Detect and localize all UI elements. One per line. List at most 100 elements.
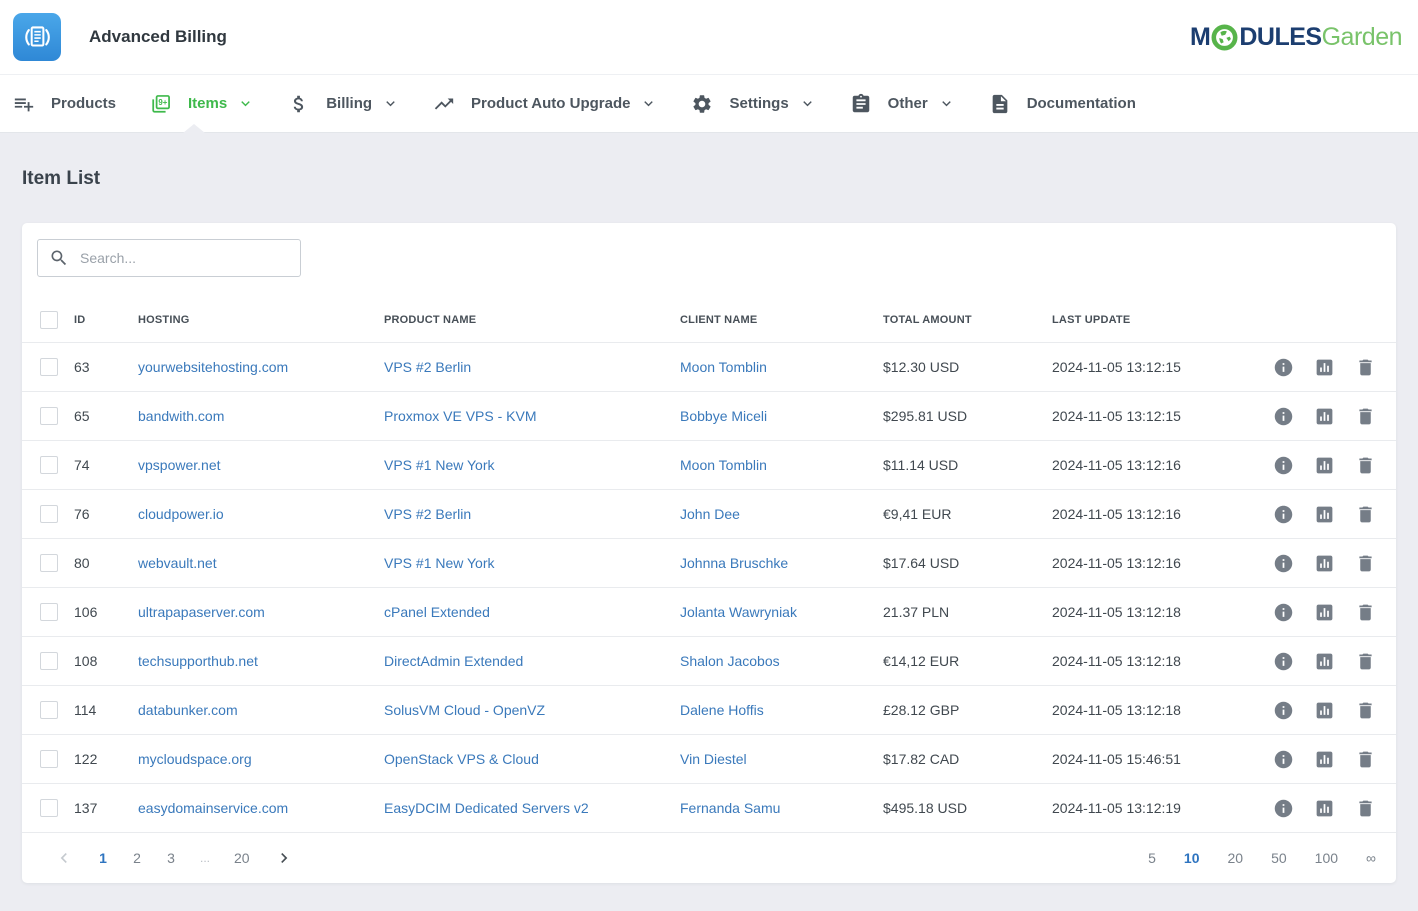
chart-icon[interactable] [1314, 357, 1335, 378]
cell-last-update: 2024-11-05 13:12:18 [1052, 653, 1270, 669]
row-checkbox[interactable] [40, 407, 58, 425]
cell-hosting-link[interactable]: yourwebsitehosting.com [138, 359, 384, 375]
page-size-5[interactable]: 5 [1148, 850, 1156, 866]
cell-hosting-link[interactable]: mycloudspace.org [138, 751, 384, 767]
nav-item-product-auto-upgrade[interactable]: Product Auto Upgrade [433, 93, 657, 115]
modulesgarden-logo[interactable]: M DULES Garden [1190, 23, 1402, 52]
chart-icon[interactable] [1314, 553, 1335, 574]
delete-icon[interactable] [1355, 455, 1376, 476]
delete-icon[interactable] [1355, 749, 1376, 770]
cell-client-name-link[interactable]: Fernanda Samu [680, 800, 883, 816]
cell-product-name-link[interactable]: EasyDCIM Dedicated Servers v2 [384, 800, 680, 816]
row-checkbox[interactable] [40, 701, 58, 719]
page-number-1[interactable]: 1 [98, 850, 108, 866]
cell-hosting-link[interactable]: ultrapapaserver.com [138, 604, 384, 620]
nav-item-billing[interactable]: Billing [288, 93, 399, 115]
page-size-10[interactable]: 10 [1184, 850, 1200, 866]
cell-product-name-link[interactable]: cPanel Extended [384, 604, 680, 620]
chart-icon[interactable] [1314, 798, 1335, 819]
info-icon[interactable] [1273, 357, 1294, 378]
search-input[interactable] [37, 239, 301, 277]
chart-icon[interactable] [1314, 504, 1335, 525]
chart-icon[interactable] [1314, 406, 1335, 427]
delete-icon[interactable] [1355, 357, 1376, 378]
delete-icon[interactable] [1355, 504, 1376, 525]
delete-icon[interactable] [1355, 700, 1376, 721]
chart-icon[interactable] [1314, 455, 1335, 476]
next-page-button[interactable] [274, 848, 294, 868]
cell-client-name-link[interactable]: John Dee [680, 506, 883, 522]
chevron-down-icon [799, 95, 816, 112]
cell-product-name-link[interactable]: VPS #1 New York [384, 457, 680, 473]
info-icon[interactable] [1273, 798, 1294, 819]
info-icon[interactable] [1273, 504, 1294, 525]
info-icon[interactable] [1273, 455, 1294, 476]
info-icon[interactable] [1273, 602, 1294, 623]
row-checkbox[interactable] [40, 603, 58, 621]
cell-client-name-link[interactable]: Shalon Jacobos [680, 653, 883, 669]
page-number-3[interactable]: 3 [166, 850, 176, 866]
nav-item-settings[interactable]: Settings [691, 93, 815, 115]
row-checkbox[interactable] [40, 505, 58, 523]
nav-item-documentation[interactable]: Documentation [989, 93, 1136, 115]
page-size-all[interactable]: ∞ [1366, 850, 1376, 866]
cell-product-name-link[interactable]: SolusVM Cloud - OpenVZ [384, 702, 680, 718]
row-checkbox[interactable] [40, 358, 58, 376]
select-all-checkbox[interactable] [40, 311, 58, 329]
page-size-100[interactable]: 100 [1315, 850, 1338, 866]
info-icon[interactable] [1273, 406, 1294, 427]
cell-client-name-link[interactable]: Dalene Hoffis [680, 702, 883, 718]
info-icon[interactable] [1273, 700, 1294, 721]
cell-client-name-link[interactable]: Moon Tomblin [680, 359, 883, 375]
chart-icon[interactable] [1314, 651, 1335, 672]
cell-hosting-link[interactable]: webvault.net [138, 555, 384, 571]
main-nav: Products 9+ Items Billing Product Auto U… [0, 75, 1418, 133]
info-icon[interactable] [1273, 553, 1294, 574]
row-checkbox[interactable] [40, 554, 58, 572]
cell-product-name-link[interactable]: Proxmox VE VPS - KVM [384, 408, 680, 424]
chart-icon[interactable] [1314, 700, 1335, 721]
cell-hosting-link[interactable]: vpspower.net [138, 457, 384, 473]
cell-product-name-link[interactable]: OpenStack VPS & Cloud [384, 751, 680, 767]
nav-item-items[interactable]: 9+ Items [150, 93, 254, 115]
cell-client-name-link[interactable]: Bobbye Miceli [680, 408, 883, 424]
prev-page-button[interactable] [54, 848, 74, 868]
cell-hosting-link[interactable]: easydomainservice.com [138, 800, 384, 816]
cell-hosting-link[interactable]: bandwith.com [138, 408, 384, 424]
cell-client-name-link[interactable]: Vin Diestel [680, 751, 883, 767]
chart-icon[interactable] [1314, 602, 1335, 623]
row-checkbox[interactable] [40, 750, 58, 768]
info-icon[interactable] [1273, 749, 1294, 770]
cell-hosting-link[interactable]: databunker.com [138, 702, 384, 718]
cell-hosting-link[interactable]: techsupporthub.net [138, 653, 384, 669]
row-checkbox[interactable] [40, 799, 58, 817]
cell-last-update: 2024-11-05 13:12:18 [1052, 604, 1270, 620]
cell-product-name-link[interactable]: VPS #2 Berlin [384, 359, 680, 375]
cell-product-name-link[interactable]: VPS #1 New York [384, 555, 680, 571]
cell-client-name-link[interactable]: Jolanta Wawryniak [680, 604, 883, 620]
cell-product-name-link[interactable]: DirectAdmin Extended [384, 653, 680, 669]
delete-icon[interactable] [1355, 602, 1376, 623]
nav-item-products[interactable]: Products [13, 93, 116, 115]
chart-icon[interactable] [1314, 749, 1335, 770]
delete-icon[interactable] [1355, 798, 1376, 819]
row-actions [1270, 798, 1376, 819]
nav-item-other[interactable]: Other [850, 93, 955, 115]
delete-icon[interactable] [1355, 553, 1376, 574]
info-icon[interactable] [1273, 651, 1294, 672]
page-size-20[interactable]: 20 [1228, 850, 1244, 866]
cell-product-name-link[interactable]: VPS #2 Berlin [384, 506, 680, 522]
table-row: 65 bandwith.com Proxmox VE VPS - KVM Bob… [22, 391, 1396, 440]
cell-hosting-link[interactable]: cloudpower.io [138, 506, 384, 522]
row-checkbox[interactable] [40, 652, 58, 670]
page-number-20[interactable]: 20 [234, 850, 250, 866]
delete-icon[interactable] [1355, 406, 1376, 427]
cell-client-name-link[interactable]: Johnna Bruschke [680, 555, 883, 571]
page-size-50[interactable]: 50 [1271, 850, 1287, 866]
delete-icon[interactable] [1355, 651, 1376, 672]
globe-icon [1211, 24, 1238, 51]
cell-client-name-link[interactable]: Moon Tomblin [680, 457, 883, 473]
page-number-2[interactable]: 2 [132, 850, 142, 866]
row-checkbox[interactable] [40, 456, 58, 474]
nav-items-badge: 9+ [158, 98, 167, 107]
